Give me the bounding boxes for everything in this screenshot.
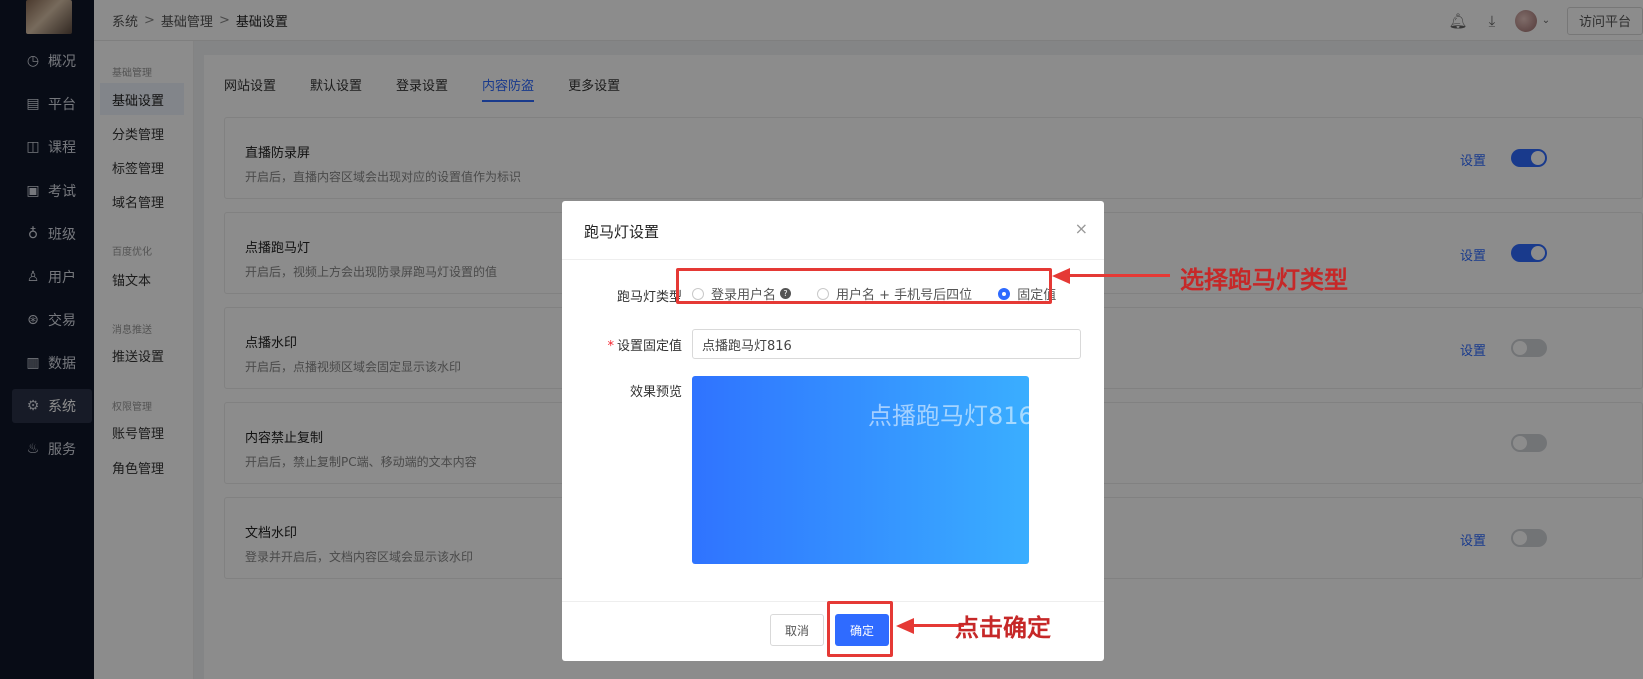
- required-mark: *: [607, 339, 614, 354]
- annotation-arrow: [1066, 274, 1170, 277]
- annotation-select-type: 选择跑马灯类型: [1180, 265, 1348, 294]
- preview-label: 效果预览: [629, 385, 682, 400]
- close-icon[interactable]: ×: [1075, 219, 1088, 238]
- fixed-value-input[interactable]: [692, 329, 1081, 359]
- annotation-arrowhead: [896, 618, 914, 634]
- annotation-arrowhead: [1052, 268, 1070, 284]
- marquee-preview: 点播跑马灯816: [692, 376, 1029, 564]
- preview-text: 点播跑马灯816: [868, 402, 1029, 430]
- marquee-type-label: 跑马灯类型: [616, 290, 682, 305]
- dialog-title: 跑马灯设置: [584, 223, 660, 241]
- fixed-value-label-text: 设置固定值: [616, 339, 682, 354]
- cancel-button[interactable]: 取消: [770, 614, 824, 646]
- dialog-header: 跑马灯设置 ×: [562, 201, 1104, 260]
- annotation-click-ok: 点击确定: [955, 613, 1051, 642]
- highlight-radio-group: [676, 268, 1052, 304]
- fixed-value-label: * 设置固定值: [607, 335, 682, 354]
- highlight-confirm-button: [827, 601, 893, 657]
